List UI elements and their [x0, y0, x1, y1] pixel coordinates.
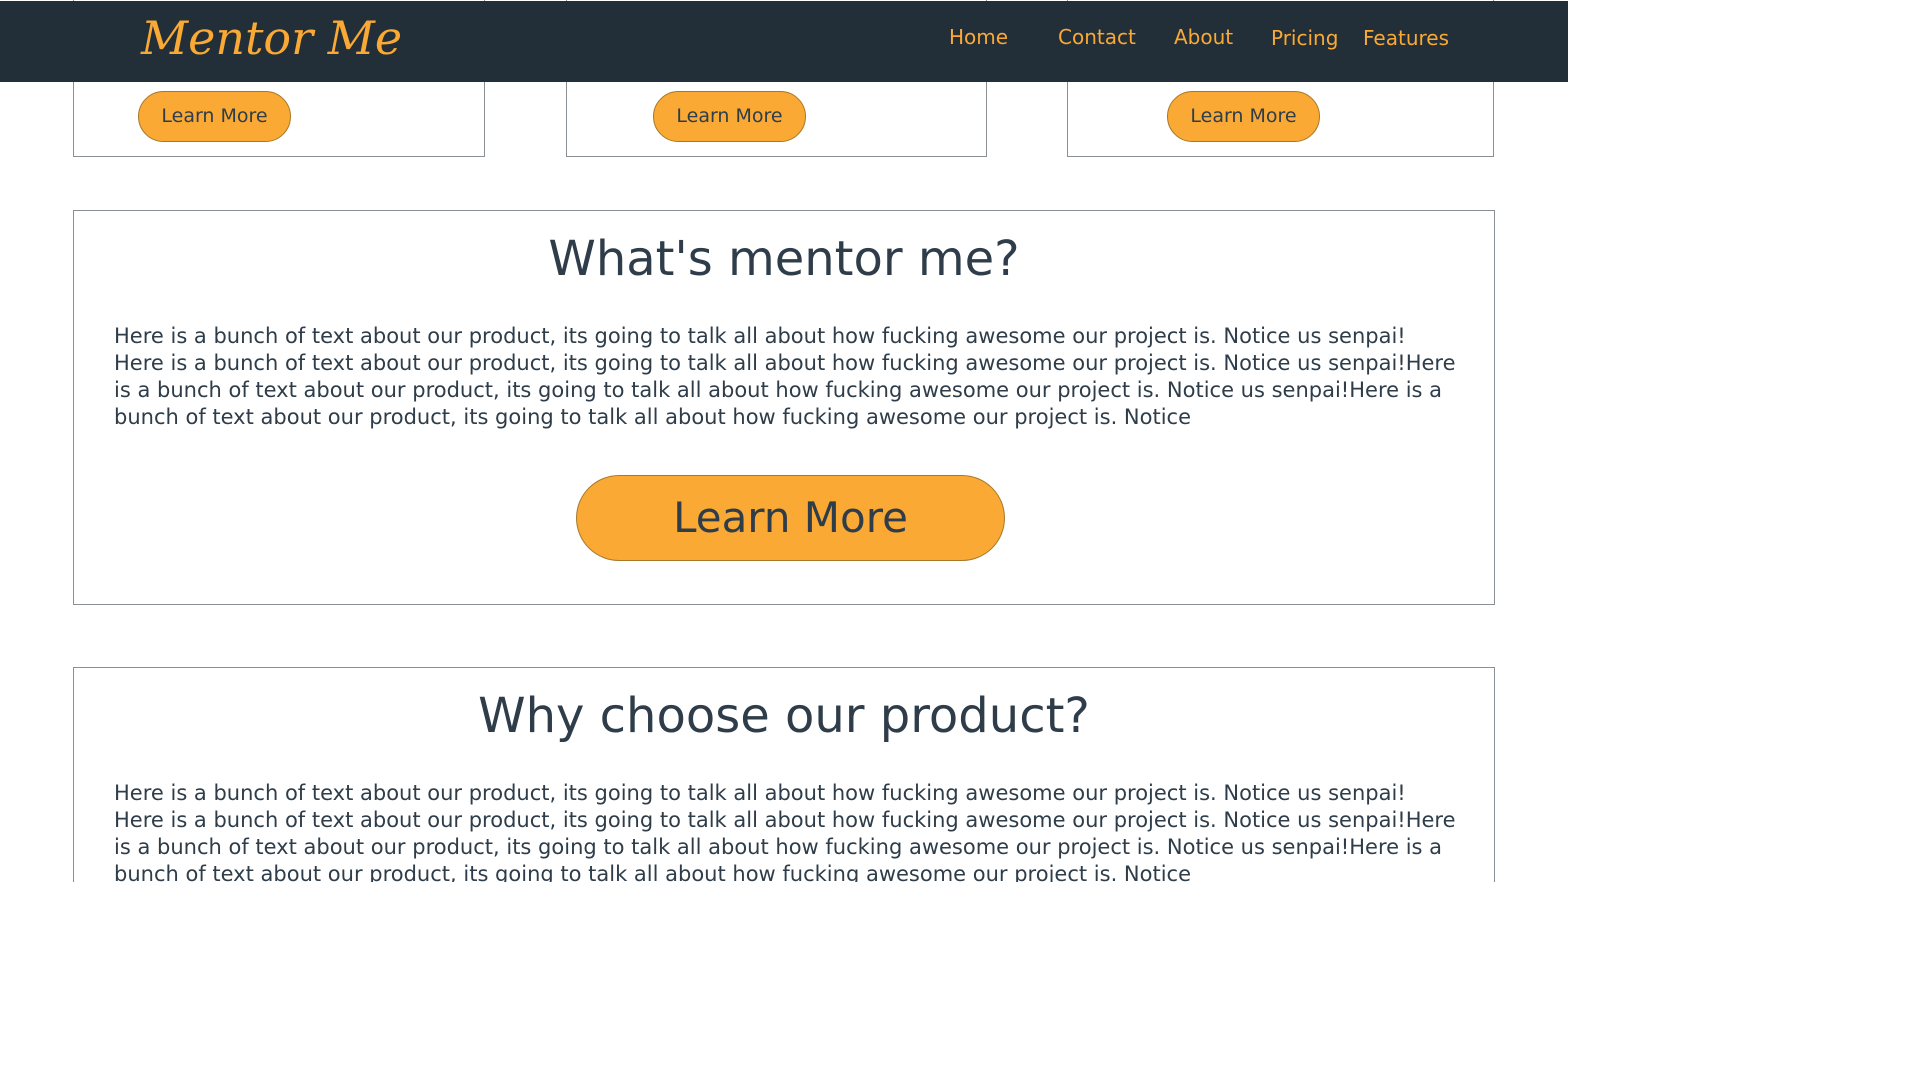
card-3-learn-more-button[interactable]: Learn More	[1167, 91, 1320, 142]
site-logo[interactable]: Mentor Me	[141, 11, 402, 65]
nav-link-contact[interactable]: Contact	[1058, 25, 1136, 49]
about-section-text: Here is a bunch of text about our produc…	[114, 324, 1456, 429]
page: Learn More Learn More Learn More Mentor …	[0, 0, 1568, 882]
navbar: Mentor Me Home Contact About Pricing Fea…	[0, 1, 1568, 82]
why-choose-section-text: Here is a bunch of text about our produc…	[114, 781, 1456, 882]
card-1-learn-more-button[interactable]: Learn More	[138, 91, 291, 142]
card-2-learn-more-button[interactable]: Learn More	[653, 91, 806, 142]
why-choose-section-title: Why choose our product?	[478, 688, 1090, 744]
nav-link-home[interactable]: Home	[949, 25, 1008, 49]
about-section-title: What's mentor me?	[548, 231, 1020, 287]
about-learn-more-button[interactable]: Learn More	[576, 475, 1005, 561]
nav-link-about[interactable]: About	[1174, 25, 1233, 49]
about-section: What's mentor me? Here is a bunch of tex…	[73, 210, 1495, 605]
why-choose-section: Why choose our product? Here is a bunch …	[73, 667, 1495, 882]
nav-link-features[interactable]: Features	[1363, 26, 1449, 50]
nav-link-pricing[interactable]: Pricing	[1271, 26, 1338, 50]
